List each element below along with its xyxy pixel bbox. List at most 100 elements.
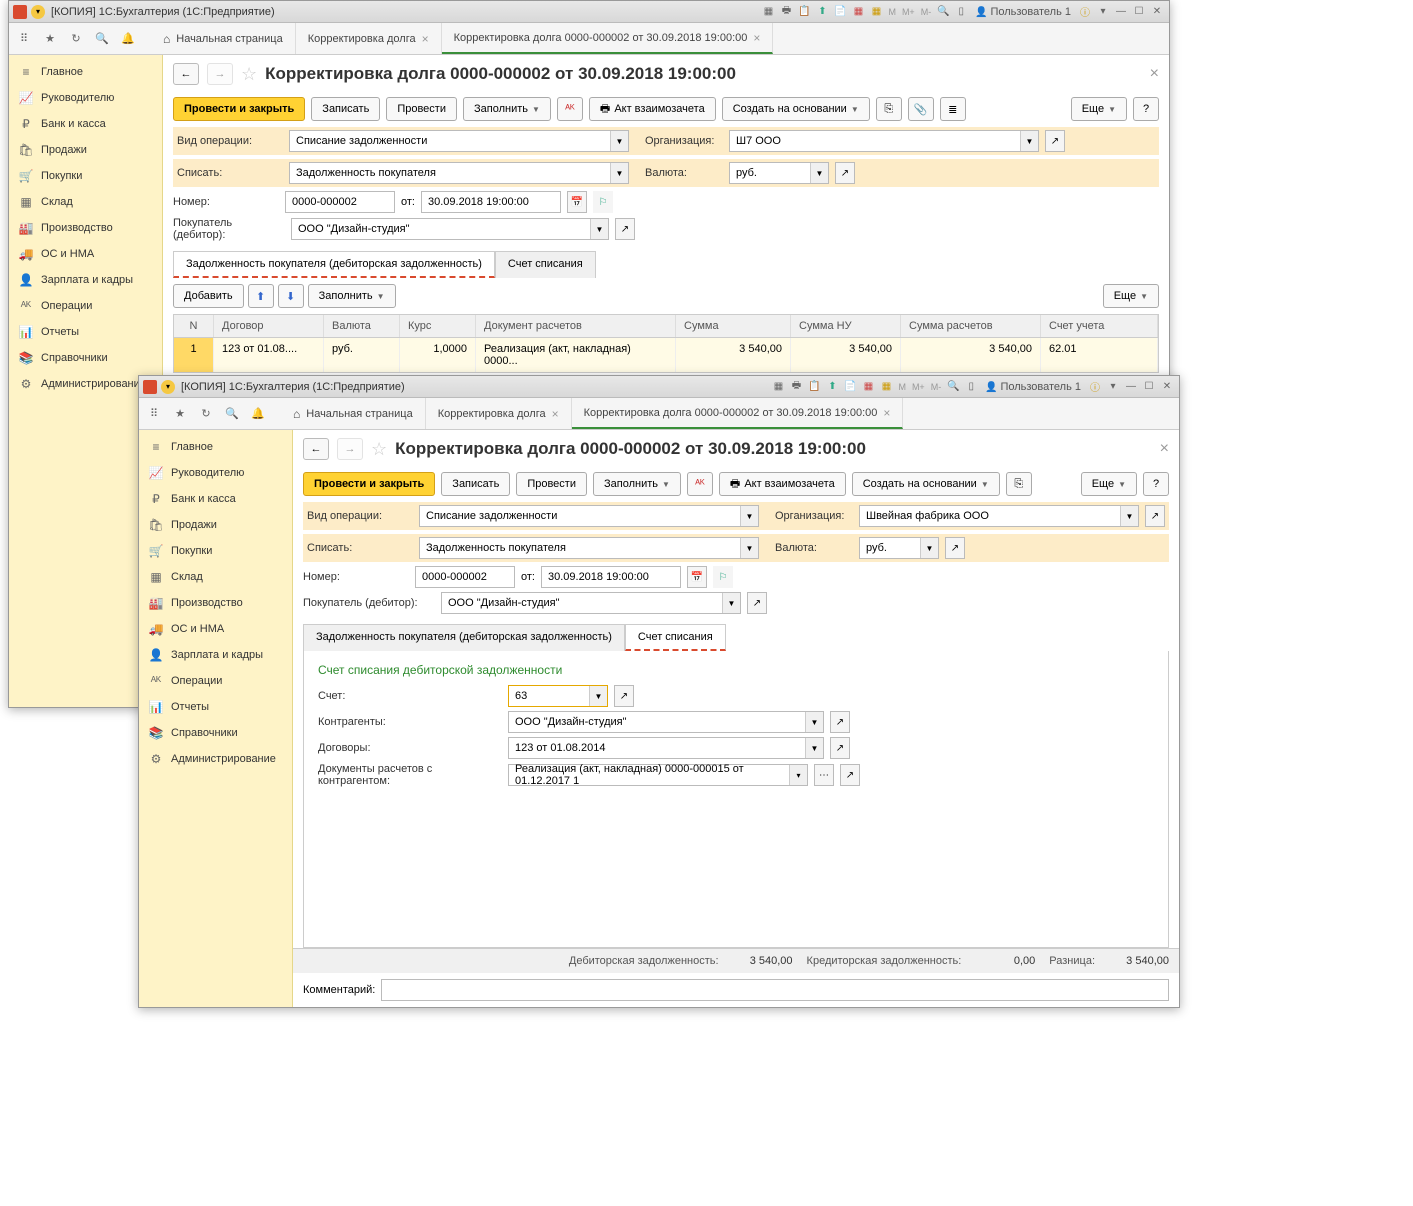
chevron-down-icon[interactable]: ▼ bbox=[1020, 131, 1038, 151]
caret-icon[interactable]: ▾ bbox=[1105, 379, 1121, 395]
ellipsis-button[interactable]: ⋯ bbox=[814, 764, 834, 786]
tab-doc1[interactable]: Корректировка долга× bbox=[296, 23, 442, 54]
back-button[interactable]: ← bbox=[173, 63, 199, 85]
chevron-down-icon[interactable]: ▼ bbox=[610, 163, 628, 183]
write-button[interactable]: Записать bbox=[441, 472, 510, 496]
calendar-icon[interactable]: ▦ bbox=[850, 4, 866, 20]
sidebar-item[interactable]: 👤Зарплата и кадры bbox=[139, 642, 292, 668]
open-button[interactable]: ↗ bbox=[835, 162, 855, 184]
fill-button[interactable]: Заполнить▼ bbox=[463, 97, 551, 121]
open-button[interactable]: ↗ bbox=[1145, 505, 1165, 527]
open-button[interactable]: ↗ bbox=[830, 711, 850, 733]
tab-close-icon[interactable]: × bbox=[552, 407, 559, 421]
sidebar-item[interactable]: 📊Отчеты bbox=[9, 319, 162, 345]
favorite-icon[interactable]: ★ bbox=[41, 30, 59, 48]
sidebar-item[interactable]: 🛍Продажи bbox=[9, 137, 162, 163]
bell-icon[interactable]: 🔔 bbox=[119, 30, 137, 48]
date-input[interactable]: 30.09.2018 19:00:00 bbox=[541, 566, 681, 588]
write-button[interactable]: Записать bbox=[311, 97, 380, 121]
back-button[interactable]: ← bbox=[303, 438, 329, 460]
col-header[interactable]: Сумма расчетов bbox=[901, 315, 1041, 337]
col-header[interactable]: Валюта bbox=[324, 315, 400, 337]
org-select[interactable]: Ш7 ООО▼ bbox=[729, 130, 1039, 152]
op-type-select[interactable]: Списание задолженности▼ bbox=[419, 505, 759, 527]
buyer-select[interactable]: ООО "Дизайн-студия"▼ bbox=[441, 592, 741, 614]
tab-home[interactable]: ⌂Начальная страница bbox=[151, 23, 296, 54]
sidebar-item[interactable]: ⚙Администрирование bbox=[139, 746, 292, 772]
tab-doc2[interactable]: Корректировка долга 0000-000002 от 30.09… bbox=[442, 23, 774, 54]
dk-button[interactable]: ᴬᴷ bbox=[687, 472, 713, 496]
apps-icon[interactable]: ⠿ bbox=[145, 405, 163, 423]
account-select[interactable]: 63▼ bbox=[508, 685, 608, 707]
post-close-button[interactable]: Провести и закрыть bbox=[303, 472, 435, 496]
maximize-icon[interactable]: ☐ bbox=[1141, 379, 1157, 395]
page-close-icon[interactable]: × bbox=[1150, 65, 1159, 83]
settle-docs-select[interactable]: Реализация (акт, накладная) 0000-000015 … bbox=[508, 764, 808, 786]
flag-button[interactable]: ⚐ bbox=[713, 566, 733, 588]
create-based-button[interactable]: Создать на основании▼ bbox=[722, 97, 870, 121]
close-icon[interactable]: ✕ bbox=[1159, 379, 1175, 395]
fill-button[interactable]: Заполнить▼ bbox=[593, 472, 681, 496]
add-button[interactable]: Добавить bbox=[173, 284, 244, 308]
open-button[interactable]: ↗ bbox=[840, 764, 860, 786]
close-icon[interactable]: ✕ bbox=[1149, 4, 1165, 20]
calendar-icon[interactable]: ▦ bbox=[860, 379, 876, 395]
buyer-select[interactable]: ООО "Дизайн-студия"▼ bbox=[291, 218, 609, 240]
tb-icon[interactable]: ⬆ bbox=[824, 379, 840, 395]
maximize-icon[interactable]: ☐ bbox=[1131, 4, 1147, 20]
currency-select[interactable]: руб.▼ bbox=[859, 537, 939, 559]
chevron-down-icon[interactable]: ▼ bbox=[610, 131, 628, 151]
grid-row[interactable]: 1 123 от 01.08.... руб. 1,0000 Реализаци… bbox=[174, 338, 1158, 372]
favorite-icon[interactable]: ★ bbox=[171, 405, 189, 423]
fill-button[interactable]: Заполнить▼ bbox=[308, 284, 396, 308]
number-input[interactable]: 0000-000002 bbox=[285, 191, 395, 213]
forward-button[interactable]: → bbox=[337, 438, 363, 460]
user-label[interactable]: 👤 Пользователь 1 bbox=[981, 381, 1085, 393]
tb-icon[interactable]: ⬆ bbox=[814, 4, 830, 20]
col-header[interactable]: Сумма НУ bbox=[791, 315, 901, 337]
bell-icon[interactable]: 🔔 bbox=[249, 405, 267, 423]
sidebar-item[interactable]: 🚚ОС и НМА bbox=[139, 616, 292, 642]
tab-close-icon[interactable]: × bbox=[753, 31, 760, 45]
tb-icon[interactable]: 📄 bbox=[842, 379, 858, 395]
col-header[interactable]: Счет учета bbox=[1041, 315, 1158, 337]
more-button[interactable]: Еще▼ bbox=[1103, 284, 1159, 308]
history-icon[interactable]: ↻ bbox=[197, 405, 215, 423]
sidebar-item[interactable]: 🏭Производство bbox=[139, 590, 292, 616]
subtab-debt[interactable]: Задолженность покупателя (дебиторская за… bbox=[303, 624, 625, 651]
sidebar-item[interactable]: 📊Отчеты bbox=[139, 694, 292, 720]
chevron-down-icon[interactable]: ▼ bbox=[805, 738, 823, 758]
search-icon[interactable]: 🔍 bbox=[223, 405, 241, 423]
caret-icon[interactable]: ▾ bbox=[1095, 4, 1111, 20]
open-button[interactable]: ↗ bbox=[615, 218, 635, 240]
currency-select[interactable]: руб.▼ bbox=[729, 162, 829, 184]
help-button[interactable]: ? bbox=[1133, 97, 1159, 121]
minimize-icon[interactable]: — bbox=[1113, 4, 1129, 20]
flag-button[interactable]: ⚐ bbox=[593, 191, 613, 213]
print-icon[interactable]: 🖶 bbox=[788, 379, 804, 395]
open-button[interactable]: ↗ bbox=[945, 537, 965, 559]
print-icon[interactable]: 🖶 bbox=[778, 4, 794, 20]
link-button[interactable]: ⎘ bbox=[1006, 472, 1032, 496]
zoom-icon[interactable]: 🔍 bbox=[935, 4, 951, 20]
page-close-icon[interactable]: × bbox=[1160, 440, 1169, 458]
open-button[interactable]: ↗ bbox=[830, 737, 850, 759]
tab-close-icon[interactable]: × bbox=[422, 32, 429, 46]
chevron-down-icon[interactable]: ▼ bbox=[805, 712, 823, 732]
tab-doc2[interactable]: Корректировка долга 0000-000002 от 30.09… bbox=[572, 398, 904, 429]
counterparty-select[interactable]: ООО "Дизайн-студия"▼ bbox=[508, 711, 824, 733]
sidebar-item[interactable]: 🏭Производство bbox=[9, 215, 162, 241]
date-input[interactable]: 30.09.2018 19:00:00 bbox=[421, 191, 561, 213]
chevron-down-icon[interactable]: ▾ bbox=[789, 765, 807, 785]
open-button[interactable]: ↗ bbox=[1045, 130, 1065, 152]
sidebar-item[interactable]: 🛍Продажи bbox=[139, 512, 292, 538]
calc-icon[interactable]: ▦ bbox=[878, 379, 894, 395]
chevron-down-icon[interactable]: ▼ bbox=[810, 163, 828, 183]
search-icon[interactable]: 🔍 bbox=[93, 30, 111, 48]
number-input[interactable]: 0000-000002 bbox=[415, 566, 515, 588]
sidebar-item[interactable]: 👤Зарплата и кадры bbox=[9, 267, 162, 293]
sidebar-item[interactable]: ᴬᴷОперации bbox=[9, 293, 162, 319]
tb-icon[interactable]: ▦ bbox=[770, 379, 786, 395]
favorite-star-icon[interactable]: ☆ bbox=[371, 439, 387, 460]
tb-icon[interactable]: 📋 bbox=[796, 4, 812, 20]
